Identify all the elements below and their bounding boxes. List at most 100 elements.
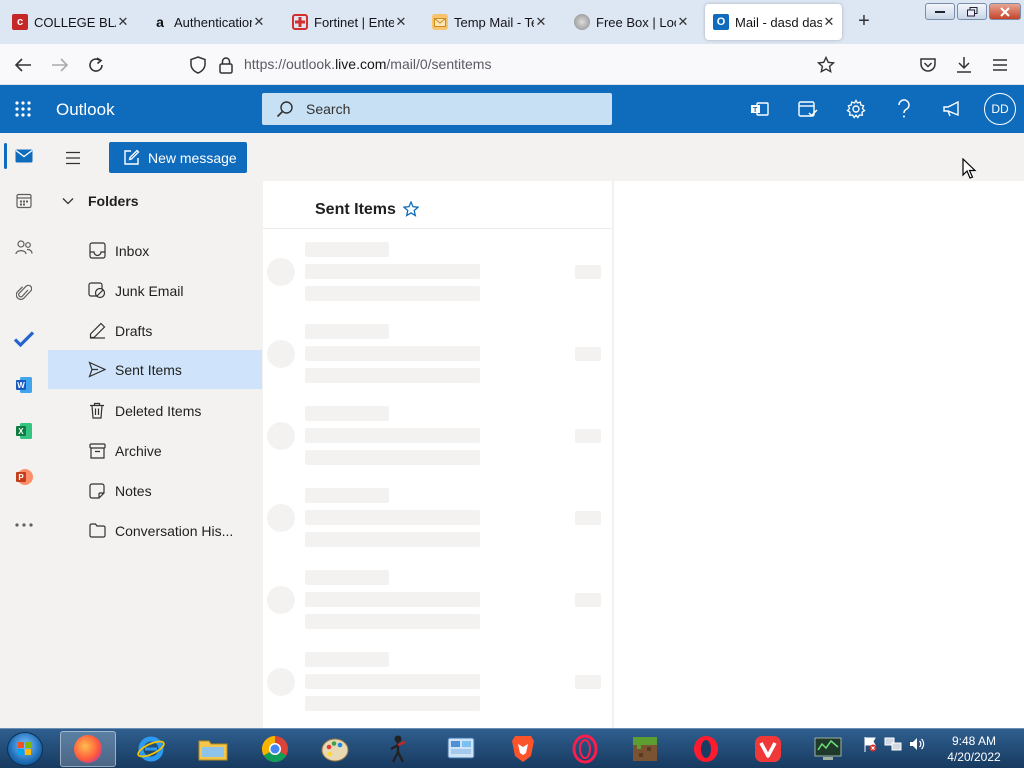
settings-button[interactable]: [844, 97, 868, 121]
browser-tab-lootie[interactable]: Free Box | Lootie ✕: [566, 4, 696, 40]
collapse-pane-icon[interactable]: [64, 151, 82, 165]
more-apps-button[interactable]: [12, 513, 36, 537]
browser-tab-fortinet[interactable]: Fortinet | Enterp ✕: [284, 4, 414, 40]
svg-text:W: W: [17, 381, 25, 390]
tab-close-icon[interactable]: ✕: [394, 14, 408, 30]
outlook-brand[interactable]: Outlook: [56, 100, 115, 120]
skeleton-avatar: [267, 504, 295, 532]
folder-item-junk-email[interactable]: Junk Email: [48, 271, 262, 310]
back-button[interactable]: [10, 52, 36, 78]
search-input[interactable]: [306, 101, 586, 117]
taskbar-firefox[interactable]: [60, 731, 116, 767]
teams-button[interactable]: T: [748, 97, 772, 121]
whats-new-button[interactable]: [940, 97, 964, 121]
taskbar-internet-explorer[interactable]: [123, 731, 179, 767]
stick-figure-icon: [390, 735, 406, 763]
folder-item-drafts[interactable]: Drafts: [48, 311, 262, 350]
site-info-button[interactable]: [213, 52, 239, 78]
drafts-icon: [88, 322, 106, 340]
powerpoint-app-button[interactable]: P: [12, 465, 36, 489]
files-app-button[interactable]: [12, 281, 36, 305]
taskbar-brave[interactable]: [495, 731, 551, 767]
app-launcher-icon[interactable]: [14, 100, 32, 118]
tab-close-icon[interactable]: ✕: [534, 14, 548, 30]
minimize-button[interactable]: [925, 3, 955, 20]
pocket-button[interactable]: [915, 52, 941, 78]
folder-label: Junk Email: [115, 282, 184, 299]
start-button[interactable]: [7, 732, 43, 766]
shield-icon: [190, 56, 206, 74]
forward-button[interactable]: [47, 52, 73, 78]
taskbar-paint[interactable]: [307, 731, 363, 767]
folders-heading[interactable]: Folders: [62, 193, 139, 209]
folder-item-conversation-history[interactable]: Conversation His...: [48, 511, 262, 550]
folder-label: Deleted Items: [115, 402, 202, 419]
downloads-button[interactable]: [951, 52, 977, 78]
taskbar-file-explorer[interactable]: [185, 731, 241, 767]
taskbar-minecraft[interactable]: [617, 731, 673, 767]
tab-close-icon[interactable]: ✕: [116, 14, 130, 30]
todo-app-button[interactable]: [12, 327, 36, 351]
volume-icon[interactable]: [908, 735, 926, 756]
taskbar-terminal-app[interactable]: [800, 731, 856, 767]
folder-pane: New message Folders Inbox Junk Email Dra…: [48, 133, 262, 728]
taskbar-stick-figure-app[interactable]: [370, 731, 426, 767]
excel-icon: X: [16, 423, 32, 439]
taskbar-clock[interactable]: 9:48 AM 4/20/2022: [932, 733, 1016, 765]
folder-item-notes[interactable]: Notes: [48, 471, 262, 510]
folder-item-deleted-items[interactable]: Deleted Items: [48, 391, 262, 430]
mail-app-button[interactable]: [12, 144, 36, 168]
taskbar-control-panel[interactable]: [433, 731, 489, 767]
skeleton-date: [575, 265, 601, 279]
skeleton-date: [575, 511, 601, 525]
help-button[interactable]: [892, 97, 916, 121]
my-day-button[interactable]: [796, 97, 820, 121]
excel-app-button[interactable]: X: [12, 419, 36, 443]
tab-title: Temp Mail - Ten: [454, 14, 534, 30]
taskbar-opera[interactable]: [678, 731, 734, 767]
network-icon[interactable]: [884, 735, 902, 756]
reload-button[interactable]: [83, 52, 109, 78]
taskbar-vivaldi[interactable]: [740, 731, 796, 767]
vivaldi-icon: [755, 736, 781, 762]
sent-icon: [88, 361, 106, 379]
restore-button[interactable]: [957, 3, 987, 20]
people-app-button[interactable]: [12, 235, 36, 259]
tracking-protection-button[interactable]: [185, 52, 211, 78]
system-tray: [862, 735, 926, 756]
app-menu-button[interactable]: [987, 52, 1013, 78]
browser-nav-bar: https://outlook.live.com/mail/0/sentitem…: [0, 44, 1024, 85]
bookmark-button[interactable]: [813, 52, 839, 78]
new-tab-button[interactable]: +: [852, 10, 876, 34]
arrow-right-icon: [52, 58, 69, 72]
add-to-favorites-star-icon[interactable]: [403, 201, 419, 217]
paint-palette-icon: [321, 738, 349, 762]
tab-title: COLLEGE BLAISE: [34, 14, 116, 30]
folder-item-archive[interactable]: Archive: [48, 431, 262, 470]
url-domain: live.com: [335, 56, 387, 72]
tab-close-icon[interactable]: ✕: [252, 14, 266, 30]
action-center-flag-icon[interactable]: [862, 735, 878, 756]
search-box[interactable]: [262, 93, 612, 125]
word-app-button[interactable]: W: [12, 373, 36, 397]
svg-text:P: P: [18, 473, 24, 482]
message-list-title: Sent Items: [315, 201, 396, 218]
folder-item-inbox[interactable]: Inbox: [48, 231, 262, 270]
taskbar-opera-gx[interactable]: [557, 731, 613, 767]
tab-close-icon[interactable]: ✕: [676, 14, 690, 30]
folder-item-sent-items[interactable]: Sent Items: [48, 350, 262, 389]
browser-tab-outlook-mail[interactable]: O Mail - dasd dasd ✕: [705, 4, 842, 40]
browser-tab-tempmail[interactable]: Temp Mail - Ten ✕: [424, 4, 554, 40]
address-bar[interactable]: https://outlook.live.com/mail/0/sentitem…: [244, 56, 491, 72]
tab-close-icon[interactable]: ✕: [822, 14, 836, 30]
new-message-button[interactable]: New message: [109, 142, 247, 173]
restore-icon: [966, 6, 977, 16]
taskbar-chrome[interactable]: [247, 731, 303, 767]
people-icon: [15, 240, 33, 255]
calendar-app-button[interactable]: [12, 189, 36, 213]
account-avatar[interactable]: DD: [984, 93, 1016, 125]
window-close-button[interactable]: [989, 3, 1021, 20]
skeleton-avatar: [267, 258, 295, 286]
browser-tab-college[interactable]: c COLLEGE BLAISE ✕: [4, 4, 136, 40]
browser-tab-authentication[interactable]: a Authentication ✕: [144, 4, 272, 40]
